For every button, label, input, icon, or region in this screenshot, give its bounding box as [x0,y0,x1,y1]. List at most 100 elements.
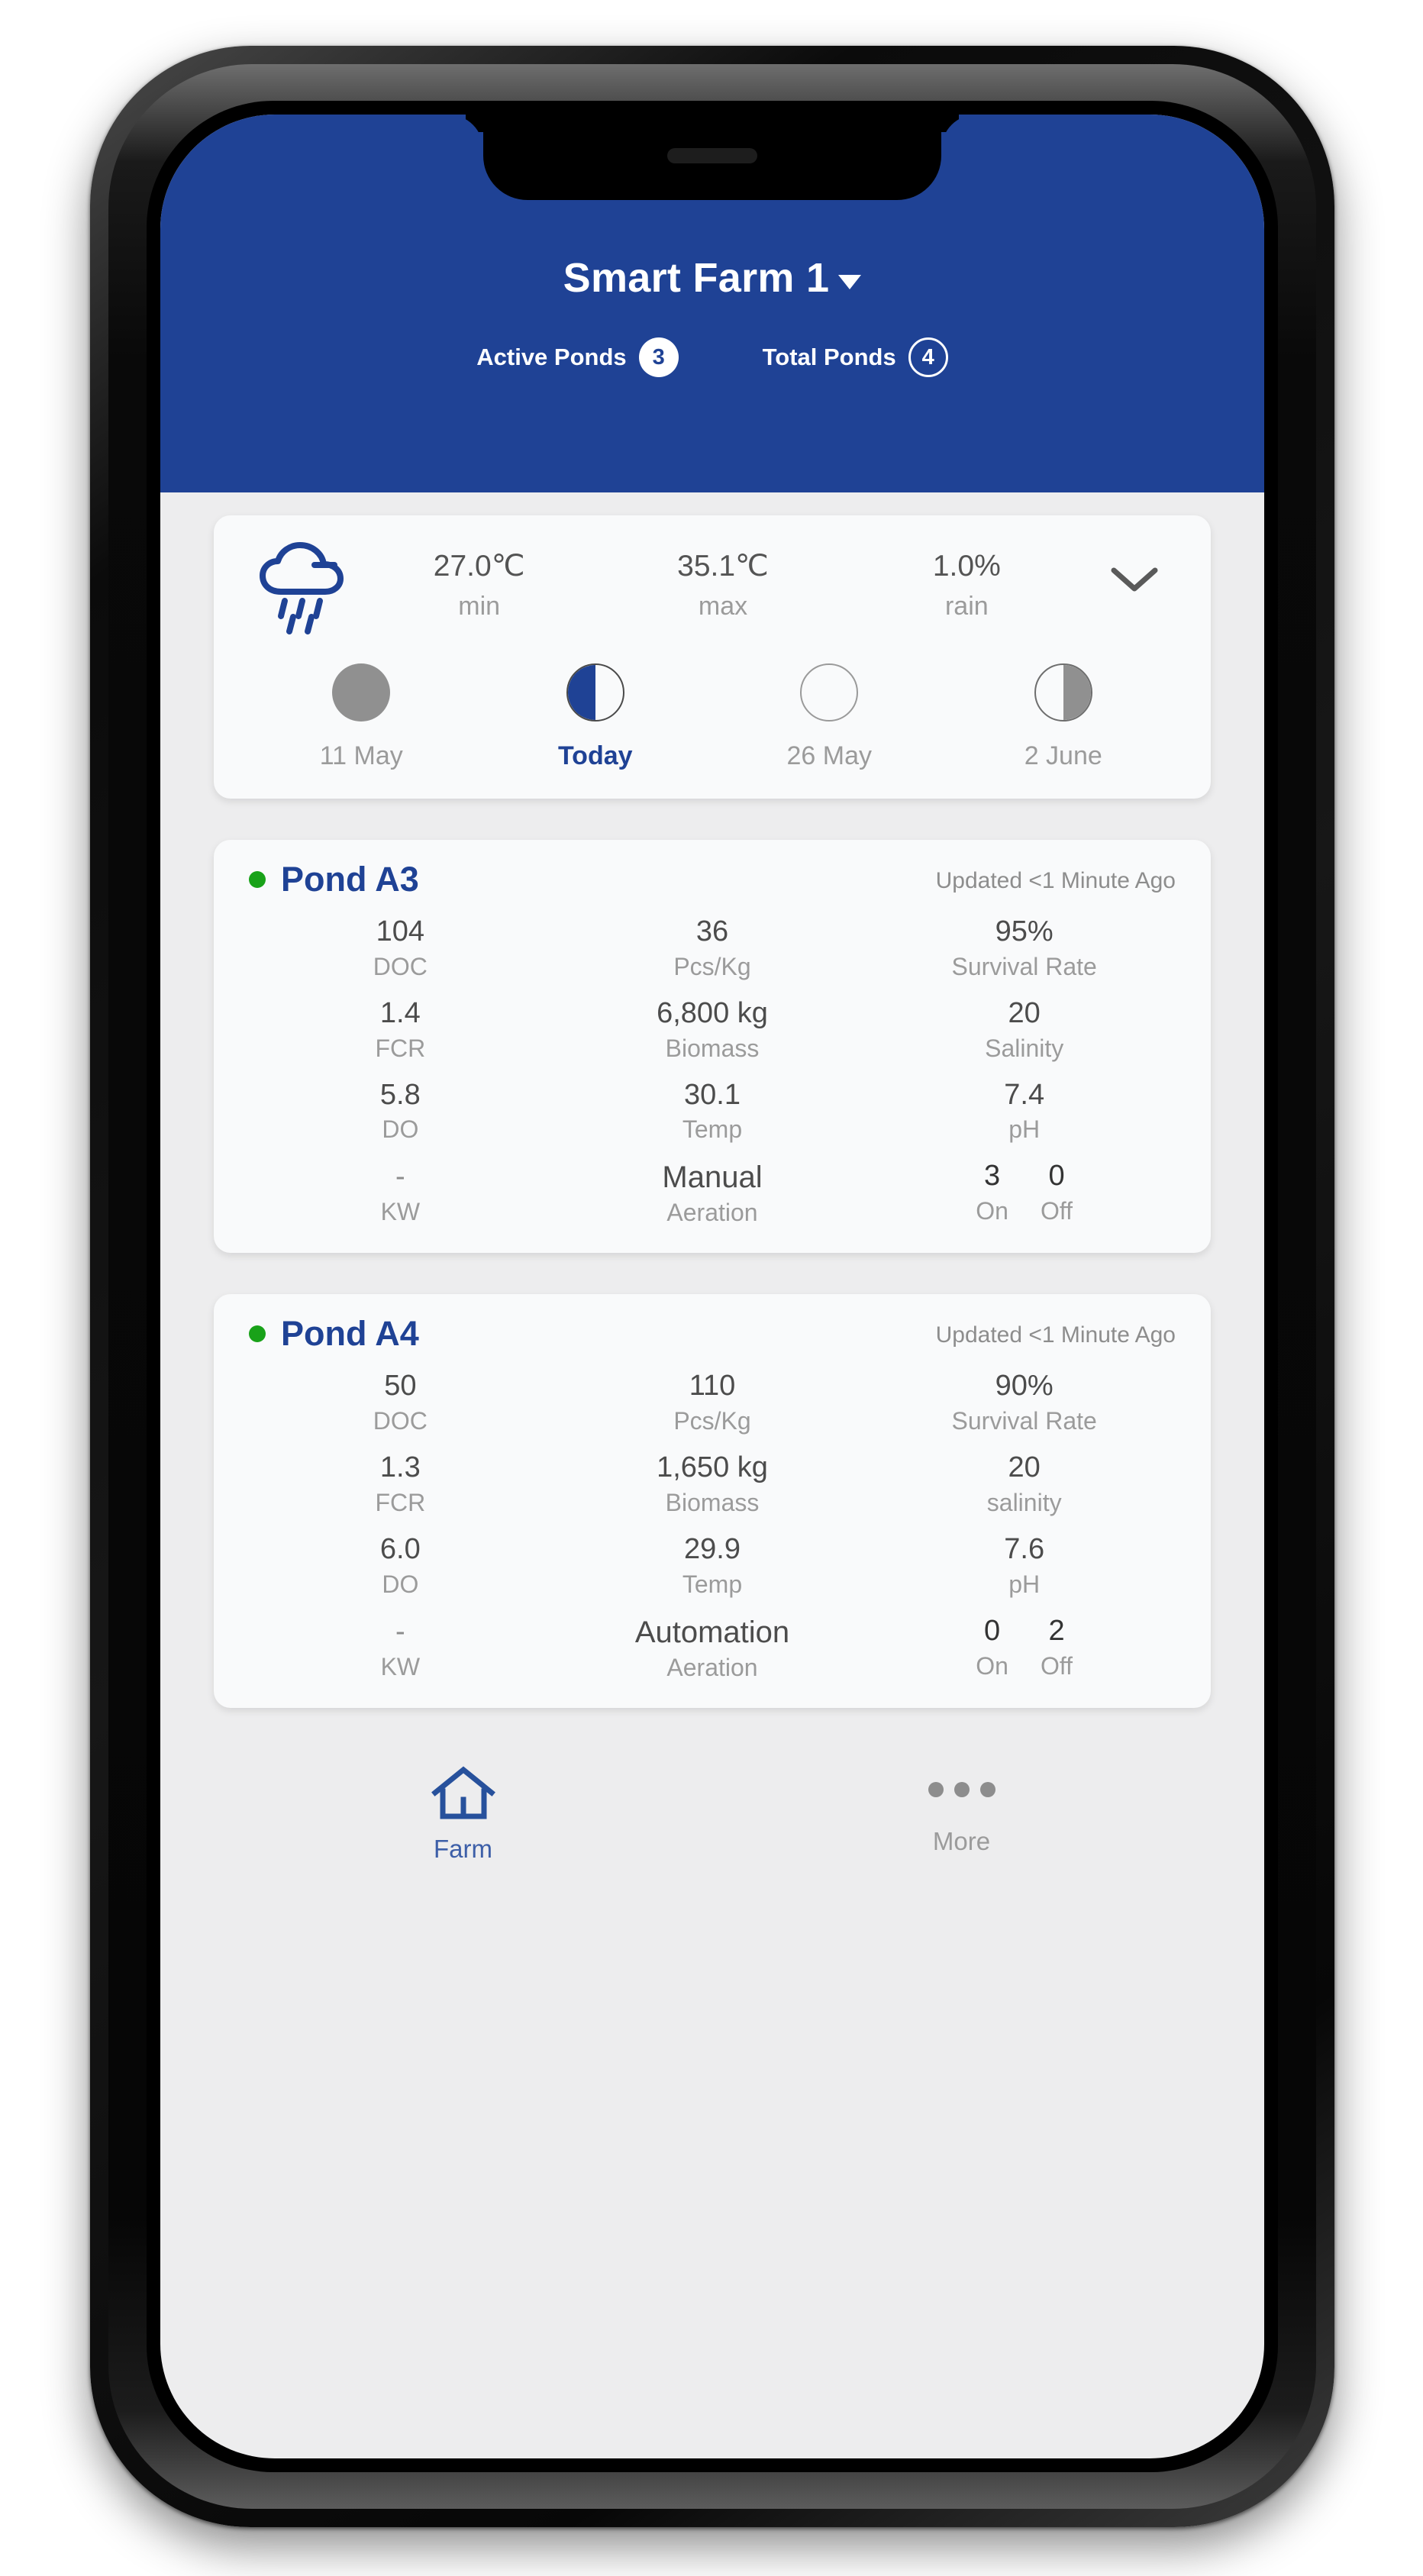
weather-stat-max: 35.1℃ max [601,550,844,621]
pond-card[interactable]: Pond A3 Updated <1 Minute Ago 104 DOC 36 [214,840,1211,1254]
weather-rain-label: rain [944,591,989,621]
metric-label: DOC [373,1407,428,1435]
metric-value: 95% [995,915,1054,947]
phone-frame: Smart Farm 1 Active Ponds 3 Total Ponds … [90,46,1334,2527]
aerators-off: 0 Off [1041,1160,1073,1225]
aerators-on: 0 On [976,1615,1008,1680]
pond-counts: Active Ponds 3 Total Ponds 4 [160,337,1264,377]
moon-phase-label: 11 May [319,741,403,770]
metric-doc: 50 DOC [244,1370,557,1435]
metric-value: 20 [1008,1451,1041,1484]
pond-name: Pond A3 [281,860,419,899]
metric-value: 29.9 [684,1532,741,1565]
metric-value: 7.4 [1004,1078,1045,1111]
metric-value: 1.3 [379,1451,421,1484]
caret-down-icon[interactable] [838,274,862,289]
metric-value: - [395,1160,405,1193]
pond-updated-text: Updated <1 Minute Ago [935,1322,1176,1348]
pond-name: Pond A4 [281,1314,419,1354]
metric-aerator-counts: 0 On 2 Off [868,1614,1180,1682]
metric-value: 6.0 [379,1532,421,1565]
nav-item-farm[interactable]: Farm [214,1766,712,1864]
metric-label: KW [380,1652,421,1680]
moon-phase-row: 11 May Today 26 May 2 June [214,636,1211,771]
metric-label: DOC [373,952,428,980]
moon-phase-label: Today [557,741,633,770]
metric-value: Manual [662,1160,763,1195]
metric-label: Pcs/Kg [673,952,751,980]
metric-do: 5.8 DO [244,1079,557,1144]
metric-label: salinity [986,1488,1062,1516]
metric-label: Off [1040,1651,1073,1680]
moon-phase-icon [332,663,391,721]
metric-label: pH [1008,1115,1041,1144]
metric-temp: 30.1 Temp [557,1079,869,1144]
metric-value: 90% [995,1370,1054,1403]
metric-salinity: 20 Salinity [868,997,1180,1063]
metric-label: FCR [375,1034,426,1062]
metric-label: FCR [375,1488,426,1516]
metric-value: 2 [1048,1614,1065,1647]
metric-label: KW [380,1198,421,1226]
metric-label: On [976,1651,1008,1680]
metric-kw: - KW [244,1616,557,1682]
nav-item-more[interactable]: More [712,1766,1211,1864]
weather-stat-rain: 1.0% rain [845,550,1089,621]
phone-frame-inner: Smart Farm 1 Active Ponds 3 Total Ponds … [108,64,1316,2509]
pond-metric-row: 1.3 FCR 1,650 kg Biomass 20 salinity [244,1451,1180,1517]
moon-phase-item[interactable]: 11 May [244,663,479,771]
pond-card[interactable]: Pond A4 Updated <1 Minute Ago 50 DOC 110 [214,1294,1211,1708]
metric-aeration-mode[interactable]: Manual Aeration [557,1160,869,1227]
metric-label: Off [1040,1197,1073,1225]
metric-aeration-mode[interactable]: Automation Aeration [557,1616,869,1682]
total-ponds-stat[interactable]: Total Ponds 4 [763,337,948,377]
active-ponds-stat[interactable]: Active Ponds 3 [476,337,679,377]
metric-biomass: 6,800 kg Biomass [557,996,869,1063]
pond-card-header: Pond A4 Updated <1 Minute Ago [244,1314,1180,1354]
metric-ph: 7.6 pH [868,1533,1180,1599]
farm-selector[interactable]: Smart Farm 1 [160,254,1264,302]
metric-salinity: 20 salinity [868,1451,1180,1517]
status-dot-icon [249,871,266,888]
metric-value: 1.4 [379,996,421,1029]
metric-do: 6.0 DO [244,1532,557,1599]
metric-ph: 7.4 pH [868,1078,1180,1144]
metric-survival-rate: 90% Survival Rate [868,1370,1180,1435]
pond-metric-row: 50 DOC 110 Pcs/Kg 90% Survival Rate [244,1370,1180,1435]
metric-survival-rate: 95% Survival Rate [868,915,1180,981]
moon-phase-label: 2 June [1024,741,1102,770]
weather-summary-row: 27.0℃ min 35.1℃ max 1.0% rain [214,537,1211,636]
metric-label: Biomass [665,1034,760,1062]
moon-phase-item[interactable]: Today [479,663,713,771]
moon-phase-item[interactable]: 2 June [947,663,1181,771]
weather-min-value: 27.0℃ [433,550,525,583]
bottom-nav: Farm More [214,1730,1211,1894]
nav-label-more: More [932,1826,991,1855]
pond-identity: Pond A3 [249,860,419,899]
metric-label: DO [382,1115,419,1144]
moon-phase-icon [566,663,624,721]
rain-cloud-icon [244,537,357,636]
active-ponds-badge: 3 [638,337,679,377]
metric-doc: 104 DOC [244,915,557,981]
metric-label: Temp [682,1115,743,1144]
weather-rain-value: 1.0% [932,550,1001,583]
phone-notch [483,115,941,200]
metric-label: Biomass [665,1488,760,1516]
metric-label: On [976,1197,1008,1225]
metric-label: Temp [682,1570,743,1598]
aerators-off: 2 Off [1040,1614,1073,1680]
weather-min-label: min [458,591,501,621]
moon-phase-item[interactable]: 26 May [712,663,947,771]
metric-label: Aeration [666,1653,758,1681]
weather-expand-button[interactable] [1089,564,1180,608]
metric-kw: - KW [244,1160,557,1227]
metric-value: 6,800 kg [657,996,768,1029]
weather-card[interactable]: 27.0℃ min 35.1℃ max 1.0% rain 11 May Tod… [214,515,1211,799]
metric-label: Survival Rate [951,952,1097,980]
moon-phase-icon [1034,663,1092,721]
pond-metric-row: 5.8 DO 30.1 Temp 7.4 pH [244,1078,1180,1144]
aerators-on: 3 On [976,1160,1008,1225]
metric-label: pH [1008,1570,1041,1598]
weather-stat-min: 27.0℃ min [357,550,601,621]
